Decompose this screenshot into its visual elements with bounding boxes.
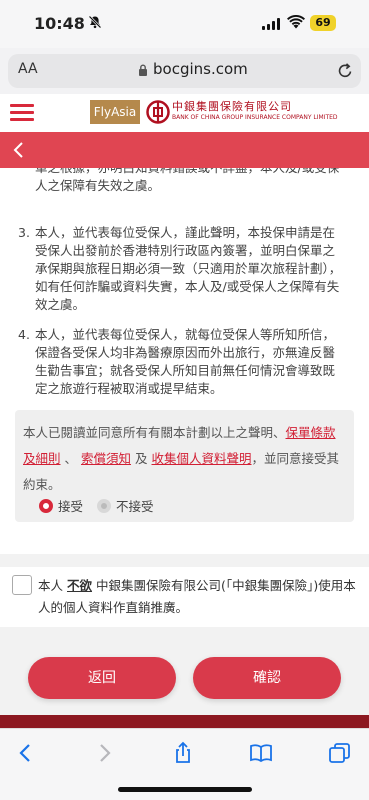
text-size-button[interactable]: AA bbox=[18, 61, 38, 77]
reload-icon[interactable] bbox=[336, 62, 354, 80]
bookmarks-icon[interactable] bbox=[249, 741, 273, 765]
home-indicator bbox=[118, 787, 252, 792]
cellular-signal-icon bbox=[262, 18, 280, 30]
optout-emphasis: 不欲 bbox=[67, 578, 93, 593]
action-area: 返回 確認 bbox=[0, 627, 369, 715]
tabs-icon[interactable] bbox=[328, 741, 352, 765]
optout-prefix: 本人 bbox=[38, 578, 64, 593]
agreement-prefix: 本人已閱讀並同意所有有關本計劃以上之聲明、 bbox=[23, 425, 286, 440]
footer-bar bbox=[0, 715, 369, 728]
agreement-options: 接受 不接受 bbox=[39, 496, 168, 515]
status-time: 10:48 bbox=[34, 14, 85, 33]
page: 10:48 69 AA bocgins.com FlyAsia 中銀集團保險有限… bbox=[0, 0, 369, 800]
terms-item: 3. 本人，並代表每位受保人，謹此聲明，本投保申請是在受保人出發前於香港特別行政… bbox=[18, 224, 346, 314]
share-icon[interactable] bbox=[171, 741, 195, 765]
boc-logo-icon bbox=[146, 100, 170, 124]
terms-content: 單之根據，亦明白知資料錯誤或不詳盡，本人及/或受保人之保障有失效之虞。 3. 本… bbox=[0, 168, 369, 554]
accept-radio[interactable] bbox=[39, 498, 53, 513]
url-text[interactable]: bocgins.com bbox=[153, 60, 248, 78]
reject-label[interactable]: 不接受 bbox=[116, 496, 154, 515]
terms-item-text: 本人，並代表每位受保人，謹此聲明，本投保申請是在受保人出發前於香港特別行政區內簽… bbox=[35, 225, 342, 312]
terms-item-text: 本人，並代表每位受保人，就每位受保人等所知所信，保證各受保人均非為醫療原因而外出… bbox=[35, 327, 336, 396]
site-header: FlyAsia 中銀集團保險有限公司 BANK OF CHINA GROUP I… bbox=[0, 94, 369, 132]
back-chevron-icon[interactable] bbox=[12, 141, 24, 159]
wifi-icon bbox=[287, 15, 305, 29]
section-divider bbox=[0, 554, 369, 567]
agreement-and: 及 bbox=[135, 451, 148, 466]
claims-guide-link[interactable]: 索償須知 bbox=[81, 451, 131, 466]
terms-intro-text: 單之根據，亦明白知資料錯誤或不詳盡，本人及/或受保人之保障有失效之虞。 bbox=[35, 168, 339, 193]
agreement-statement: 本人已閱讀並同意所有有關本計劃以上之聲明、保單條款及細則 、 索償須知 及 收集… bbox=[23, 420, 347, 498]
terms-item-number: 3. bbox=[18, 225, 30, 240]
marketing-optout-text[interactable]: 本人 不欲 中銀集團保險有限公司(「中銀集團保險」)使用本人的個人資料作直銷推廣… bbox=[38, 575, 358, 619]
privacy-statement-link[interactable]: 收集個人資料聲明 bbox=[152, 451, 252, 466]
agreement-separator: 、 bbox=[64, 451, 78, 466]
reject-radio[interactable] bbox=[97, 498, 112, 513]
accept-label[interactable]: 接受 bbox=[58, 496, 83, 515]
status-bar: 10:48 69 bbox=[0, 0, 369, 48]
marketing-optout: 本人 不欲 中銀集團保險有限公司(「中銀集團保險」)使用本人的個人資料作直銷推廣… bbox=[0, 567, 369, 627]
confirm-button[interactable]: 確認 bbox=[193, 657, 341, 699]
browser-forward-icon[interactable] bbox=[92, 741, 116, 765]
browser-back-icon[interactable] bbox=[14, 741, 38, 765]
agreement-box: 本人已閱讀並同意所有有關本計劃以上之聲明、保單條款及細則 、 索償須知 及 收集… bbox=[15, 410, 354, 522]
menu-icon[interactable] bbox=[10, 104, 34, 122]
page-nav-bar bbox=[0, 132, 369, 168]
terms-item: 4. 本人，並代表每位受保人，就每位受保人等所知所信，保證各受保人均非為醫療原因… bbox=[18, 326, 346, 398]
back-button[interactable]: 返回 bbox=[28, 657, 176, 699]
company-name-en: BANK OF CHINA GROUP INSURANCE COMPANY LI… bbox=[172, 114, 338, 121]
battery-indicator: 69 bbox=[310, 15, 336, 31]
lock-icon bbox=[139, 64, 147, 76]
bell-off-icon bbox=[88, 15, 102, 29]
flyasia-logo[interactable]: FlyAsia bbox=[90, 100, 140, 124]
company-name-cn: 中銀集團保險有限公司 bbox=[172, 100, 292, 113]
address-bar[interactable]: AA bocgins.com bbox=[8, 54, 361, 88]
terms-item-number: 4. bbox=[18, 327, 30, 342]
marketing-optout-checkbox[interactable] bbox=[12, 575, 32, 595]
